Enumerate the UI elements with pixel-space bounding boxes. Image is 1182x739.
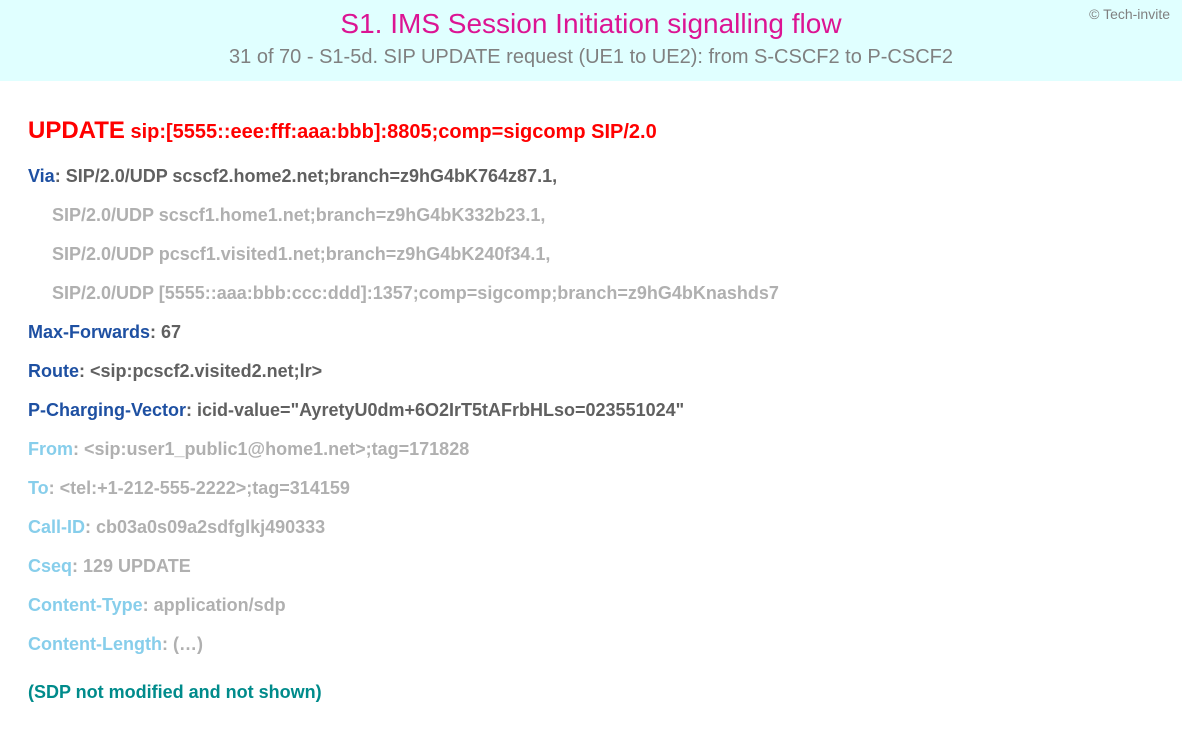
content-length-value: : (…) [162, 634, 203, 654]
p-charging-vector-line: P-Charging-Vector: icid-value="AyretyU0d… [28, 397, 1154, 424]
via-continuation-3: SIP/2.0/UDP pcscf1.visited1.net;branch=z… [28, 241, 1154, 268]
copyright-text: © Tech-invite [1089, 6, 1170, 22]
cseq-value: : 129 UPDATE [72, 556, 191, 576]
content-length-name: Content-Length [28, 634, 162, 654]
sdp-note: (SDP not modified and not shown) [28, 682, 1154, 703]
call-id-value: : cb03a0s09a2sdfglkj490333 [85, 517, 325, 537]
request-line: UPDATE sip:[5555::eee:fff:aaa:bbb]:8805;… [28, 117, 1154, 145]
p-charging-vector-name: P-Charging-Vector [28, 400, 186, 420]
max-forwards-line: Max-Forwards: 67 [28, 319, 1154, 346]
route-name: Route [28, 361, 79, 381]
cseq-name: Cseq [28, 556, 72, 576]
to-name: To [28, 478, 49, 498]
page-title: S1. IMS Session Initiation signalling fl… [0, 8, 1182, 40]
max-forwards-name: Max-Forwards [28, 322, 150, 342]
via-header-name: Via [28, 166, 55, 186]
p-charging-vector-value: : icid-value="AyretyU0dm+6O2IrT5tAFrbHLs… [186, 400, 684, 420]
from-line: From: <sip:user1_public1@home1.net>;tag=… [28, 436, 1154, 463]
cseq-line: Cseq: 129 UPDATE [28, 553, 1154, 580]
from-name: From [28, 439, 73, 459]
request-uri: sip:[5555::eee:fff:aaa:bbb]:8805;comp=si… [130, 121, 656, 143]
to-value: : <tel:+1-212-555-2222>;tag=314159 [49, 478, 350, 498]
content-type-name: Content-Type [28, 595, 143, 615]
via-continuation-4: SIP/2.0/UDP [5555::aaa:bbb:ccc:ddd]:1357… [28, 280, 1154, 307]
header-banner: © Tech-invite S1. IMS Session Initiation… [0, 0, 1182, 81]
from-value: : <sip:user1_public1@home1.net>;tag=1718… [73, 439, 469, 459]
max-forwards-value: : 67 [150, 322, 181, 342]
via-header-value-1: : SIP/2.0/UDP scscf2.home2.net;branch=z9… [55, 166, 557, 186]
call-id-line: Call-ID: cb03a0s09a2sdfglkj490333 [28, 514, 1154, 541]
to-line: To: <tel:+1-212-555-2222>;tag=314159 [28, 475, 1154, 502]
content-type-value: : application/sdp [143, 595, 286, 615]
content-type-line: Content-Type: application/sdp [28, 592, 1154, 619]
route-value: : <sip:pcscf2.visited2.net;lr> [79, 361, 322, 381]
content-length-line: Content-Length: (…) [28, 631, 1154, 658]
sip-method: UPDATE [28, 117, 125, 144]
via-continuation-2: SIP/2.0/UDP scscf1.home1.net;branch=z9hG… [28, 202, 1154, 229]
call-id-name: Call-ID [28, 517, 85, 537]
route-line: Route: <sip:pcscf2.visited2.net;lr> [28, 358, 1154, 385]
sip-message-body: UPDATE sip:[5555::eee:fff:aaa:bbb]:8805;… [0, 81, 1182, 739]
via-header-line: Via: SIP/2.0/UDP scscf2.home2.net;branch… [28, 163, 1154, 190]
page-subtitle: 31 of 70 - S1-5d. SIP UPDATE request (UE… [0, 46, 1182, 69]
